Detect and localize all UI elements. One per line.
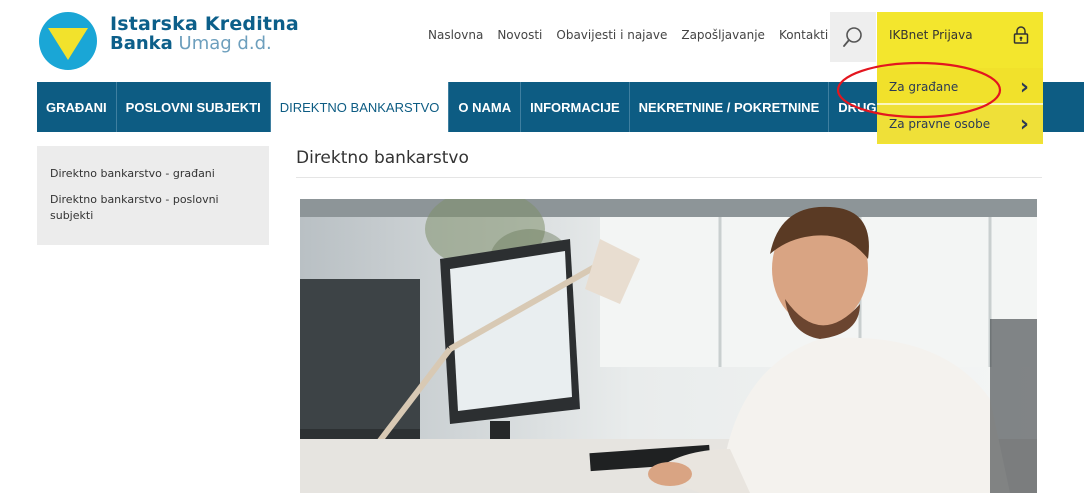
sidebar: Direktno bankarstvo - građani Direktno b… xyxy=(37,146,269,245)
page-title: Direktno bankarstvo xyxy=(296,148,469,168)
ikbnet-login-toggle[interactable]: IKBnet Prijava xyxy=(877,12,1043,60)
nav-informacije[interactable]: INFORMACIJE xyxy=(521,82,630,132)
topnav-naslovna[interactable]: Naslovna xyxy=(428,28,483,42)
ikbnet-za-pravne-osobe[interactable]: Za pravne osobe › xyxy=(877,105,1043,143)
topnav-obavijesti[interactable]: Obavijesti i najave xyxy=(556,28,667,42)
main-navigation-extension xyxy=(1043,82,1084,132)
search-button[interactable] xyxy=(830,12,876,62)
nav-gradani[interactable]: GRAĐANI xyxy=(37,82,117,132)
ikbnet-za-gradane[interactable]: Za građane › xyxy=(877,68,1043,106)
chevron-right-icon: › xyxy=(1019,112,1029,137)
ikbnet-item-label: Za pravne osobe xyxy=(889,117,991,131)
bank-logo[interactable] xyxy=(38,11,98,71)
lock-icon xyxy=(1013,26,1029,44)
chevron-right-icon: › xyxy=(1019,75,1029,100)
nav-o-nama[interactable]: O NAMA xyxy=(449,82,522,132)
nav-nekretnine-pokretnine[interactable]: NEKRETNINE / POKRETNINE xyxy=(630,82,830,132)
main-navigation: GRAĐANI POSLOVNI SUBJEKTI DIREKTNO BANKA… xyxy=(37,82,955,132)
top-navigation: Naslovna Novosti Obavijesti i najave Zap… xyxy=(428,28,828,42)
sidebar-item-poslovni-subjekti[interactable]: Direktno bankarstvo - poslovni subjekti xyxy=(50,192,250,224)
ikbnet-item-label: Za građane xyxy=(889,80,959,94)
search-icon xyxy=(843,27,862,47)
bank-wordmark[interactable]: Istarska Kreditna Banka Umag d.d. xyxy=(110,14,299,54)
topnav-kontakti[interactable]: Kontakti xyxy=(779,28,828,42)
topnav-novosti[interactable]: Novosti xyxy=(497,28,542,42)
bank-name-line1: Istarska Kreditna xyxy=(110,13,299,35)
bank-name-line2: Banka Umag d.d. xyxy=(110,33,272,54)
topnav-zaposljavanje[interactable]: Zapošljavanje xyxy=(681,28,765,42)
nav-direktno-bankarstvo[interactable]: DIREKTNO BANKARSTVO xyxy=(270,82,450,132)
ikbnet-title: IKBnet Prijava xyxy=(889,28,973,42)
nav-poslovni-subjekti[interactable]: POSLOVNI SUBJEKTI xyxy=(117,82,271,132)
ikbnet-login-panel: IKBnet Prijava Za građane › Za pravne os… xyxy=(877,12,1043,144)
title-divider xyxy=(296,177,1042,178)
hero-photo xyxy=(300,199,1037,493)
sidebar-item-gradani[interactable]: Direktno bankarstvo - građani xyxy=(50,166,250,182)
